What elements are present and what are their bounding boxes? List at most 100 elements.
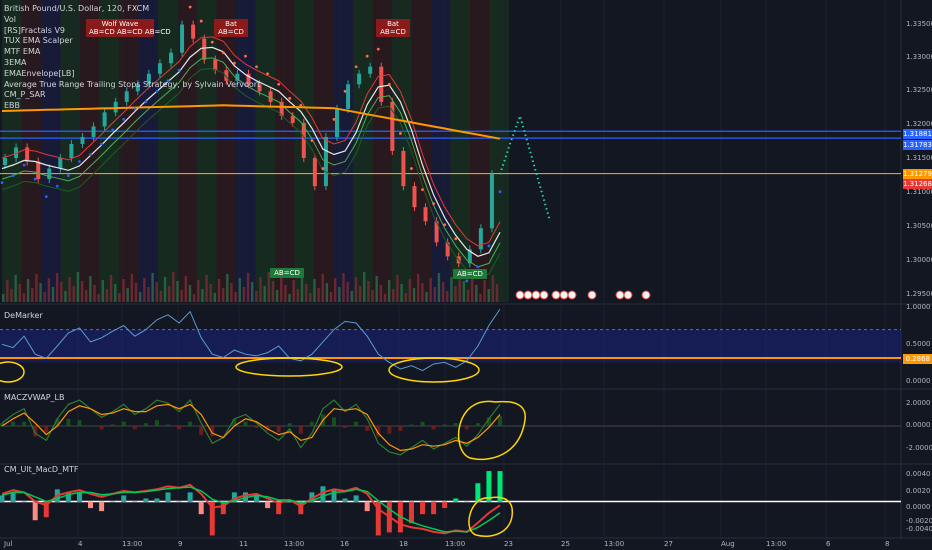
session-band: [353, 0, 373, 302]
volume-bar: [89, 276, 92, 302]
pane-label-demarker[interactable]: DeMarker: [4, 311, 43, 320]
legend-item-ebb[interactable]: EBB: [4, 101, 260, 112]
volume-bar: [26, 279, 30, 302]
psar-dot: [100, 142, 103, 146]
pattern-tag-abcd-1: AB=CD: [270, 268, 304, 278]
candle-body: [58, 158, 63, 169]
axis-tick: -0.0020: [906, 517, 932, 525]
macd-vwap-histogram-bar: [453, 423, 458, 427]
psar-dot: [343, 89, 347, 93]
volume-bar: [425, 292, 428, 302]
psar-dot: [487, 244, 491, 248]
time-tick: 18: [399, 540, 408, 548]
volume-bar: [172, 272, 175, 302]
psar-dot: [310, 139, 314, 142]
psar-dot: [332, 117, 336, 121]
macd-mtf-histogram-bar: [464, 501, 470, 502]
volume-bar: [437, 273, 441, 302]
candle-body: [268, 91, 273, 102]
volume-bar: [118, 293, 121, 302]
pattern-tag-text: Bat: [225, 20, 237, 28]
volume-bar: [309, 293, 312, 302]
volume-bar: [329, 292, 333, 302]
volume-bar: [404, 293, 407, 302]
time-tick: 13:00: [445, 540, 466, 548]
volume-bar: [338, 287, 341, 302]
legend-item-mtf-ema[interactable]: MTF EMA: [4, 47, 260, 58]
volume-bar: [495, 284, 499, 302]
volume-bar: [22, 293, 26, 302]
axis-tick: 1.30500: [906, 222, 932, 230]
volume-bar: [10, 289, 13, 302]
volume-bar: [51, 287, 55, 302]
volume-bar: [446, 291, 449, 302]
volume-bar: [14, 275, 17, 302]
psar-dot: [277, 82, 281, 86]
event-marker: [623, 290, 633, 300]
volume-bar: [296, 289, 300, 302]
time-tick: 23: [504, 540, 513, 548]
volume-bar: [159, 291, 163, 302]
pattern-tag-bat-2: Bat AB=CD: [376, 19, 410, 37]
volume-bar: [242, 287, 246, 302]
price-tag-last: 1.31268: [903, 179, 932, 189]
volume-bar: [487, 289, 490, 302]
candle-body: [47, 168, 52, 180]
volume-bar: [300, 275, 304, 302]
macd-vwap-histogram-bar: [177, 426, 182, 430]
psar-dot: [78, 160, 81, 163]
event-marker: [587, 290, 597, 300]
axis-tick: 1.33000: [906, 53, 932, 61]
volume-bar: [400, 284, 403, 302]
macd-vwap-histogram-bar: [11, 421, 16, 427]
volume-bar: [350, 291, 353, 302]
symbol-title[interactable]: British Pound/U.S. Dollar, 120, FXCM: [4, 4, 260, 15]
volume-bar: [226, 274, 229, 302]
volume-bar: [201, 289, 204, 302]
legend-item-ema-envelope[interactable]: EMAEnvelope[LB]: [4, 69, 260, 80]
time-tick: Jul: [4, 540, 13, 548]
axis-tick: 0.0040: [906, 470, 931, 478]
legend-item-cm-psar[interactable]: CM_P_SAR: [4, 90, 260, 101]
volume-bar: [371, 290, 374, 302]
candle-body: [401, 151, 406, 187]
macd-mtf-histogram-bar: [143, 498, 149, 502]
volume-bar: [358, 286, 362, 302]
volume-bar: [238, 278, 241, 302]
legend-item-atr-trailing[interactable]: Average True Range Trailing Stops Strate…: [4, 80, 260, 91]
psar-dot: [288, 96, 292, 100]
volume-bar: [433, 287, 436, 302]
pane-label-macd-mtf[interactable]: CM_Ult_MacD_MTF: [4, 465, 78, 474]
volume-bar: [466, 290, 470, 302]
axis-tick: -0.0040: [906, 525, 932, 533]
volume-bar: [155, 282, 158, 302]
macd-mtf-histogram-bar: [431, 501, 437, 515]
psar-dot: [454, 237, 458, 241]
event-marker: [531, 290, 541, 300]
macd-mtf-histogram-bar: [99, 501, 105, 512]
session-band: [372, 0, 392, 302]
axis-tick: 0.0000: [906, 421, 931, 429]
axis-tick: -2.0000: [906, 444, 932, 452]
pattern-tag-abcd-2: AB=CD: [453, 269, 487, 279]
macd-vwap-histogram-bar: [298, 426, 303, 434]
macd-mtf-histogram-bar: [176, 501, 182, 502]
volume-bar: [342, 273, 345, 302]
psar-dot: [55, 184, 59, 188]
pane-label-macd-vwap[interactable]: MACZVWAP_LB: [4, 393, 65, 402]
macd-vwap-histogram-bar: [143, 423, 148, 427]
volume-bar: [334, 278, 337, 302]
price-tag-level-2: 1.31783: [903, 140, 932, 150]
candle-body: [357, 73, 362, 85]
legend-item-3ema[interactable]: 3EMA: [4, 58, 260, 69]
time-tick: 13:00: [284, 540, 305, 548]
volume-bar: [325, 283, 329, 302]
macd-mtf-histogram-bar: [76, 492, 82, 502]
volume-bar: [31, 288, 34, 302]
macd-mtf-histogram-bar: [265, 501, 271, 509]
volume-bar: [130, 274, 134, 302]
axis-tick: 1.32500: [906, 86, 932, 94]
legend-item-tux-ema[interactable]: TUX EMA Scalper: [4, 36, 260, 47]
psar-dot: [421, 188, 424, 192]
volume-bar: [68, 277, 71, 302]
